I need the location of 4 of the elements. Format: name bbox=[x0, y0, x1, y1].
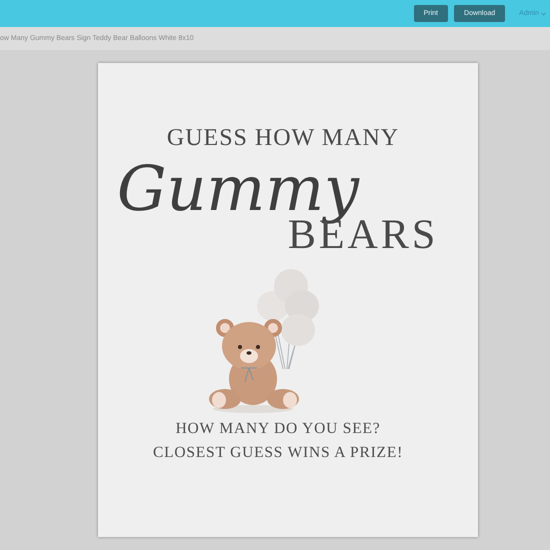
sign-heading: GUESS HOW MANY bbox=[166, 125, 400, 152]
sign-text: CLOSEST GUESS WINS A PRIZE! bbox=[152, 444, 404, 462]
chevron-down-icon bbox=[541, 12, 546, 16]
sign-text: HOW MANY DO YOU SEE? bbox=[176, 420, 380, 438]
